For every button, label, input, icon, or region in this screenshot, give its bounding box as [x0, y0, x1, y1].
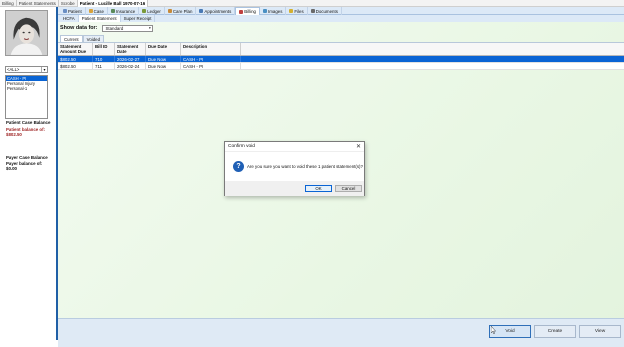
patient-portrait-image: [6, 11, 47, 55]
column-header-bill-id[interactable]: Bill ID: [93, 43, 115, 55]
tab-care-plan[interactable]: Care Plan: [165, 7, 197, 15]
chevron-down-icon: ▾: [149, 25, 151, 30]
case-filter-value: <ALL>: [7, 67, 20, 72]
document-icon: [310, 9, 315, 13]
cell-statement-date: 2026-02-27: [115, 56, 146, 62]
create-button[interactable]: Create: [534, 325, 576, 338]
cell-due-date: Due Now: [146, 63, 181, 69]
show-data-label: Show data for:: [60, 25, 98, 31]
close-icon[interactable]: ✕: [356, 142, 361, 152]
payer-case-balance-label: Payer Case Balance: [6, 155, 48, 160]
dialog-title-bar: Confirm void ✕: [225, 142, 364, 152]
tab-images[interactable]: Images: [260, 7, 287, 15]
cell-description: CASH - PI: [181, 56, 241, 62]
tab-files[interactable]: Files: [286, 7, 308, 15]
show-data-dropdown[interactable]: Standard ▾: [102, 24, 154, 32]
dialog-body: ? Are you sure you want to void these 1 …: [225, 153, 364, 181]
ledger-icon: [142, 9, 147, 13]
case-item-personal-1[interactable]: Personal-1: [6, 86, 47, 91]
view-button[interactable]: View: [579, 325, 621, 338]
show-data-row: Show data for: Standard ▾: [60, 24, 154, 32]
cell-amount: $802.50: [58, 56, 93, 62]
cancel-button[interactable]: Cancel: [335, 185, 362, 192]
tab-billing-module[interactable]: Billing: [235, 7, 260, 15]
cell-statement-date: 2026-02-24: [115, 63, 146, 69]
table-header: Statement Amount Due Bill ID Statement D…: [58, 43, 624, 56]
cell-due-date: Due Now: [146, 56, 181, 62]
cell-amount: $802.50: [58, 63, 93, 69]
tab-super-receipt[interactable]: Super Receipt: [121, 15, 156, 22]
column-header-statement-date[interactable]: Statement Date: [115, 43, 146, 55]
table-row[interactable]: $802.50 711 2026-02-24 Due Now CASH - PI: [58, 63, 624, 70]
file-icon: [289, 9, 294, 13]
image-icon: [263, 9, 267, 13]
shield-icon: [110, 9, 115, 13]
clipboard-icon: [167, 9, 172, 13]
column-header-description[interactable]: Description: [181, 43, 241, 55]
tab-billing[interactable]: Billing: [0, 0, 17, 7]
folder-icon: [88, 9, 93, 13]
patient-case-balance-label: Patient Case Balance: [6, 120, 51, 125]
question-icon: ?: [233, 161, 244, 172]
tab-insurance[interactable]: Insurance: [108, 7, 140, 15]
show-data-value: Standard: [105, 25, 124, 31]
patient-photo: [5, 10, 48, 56]
table-row[interactable]: $802.50 710 2026-02-27 Due Now CASH - PI: [58, 56, 624, 63]
tab-patient[interactable]: Patient - Lucille Ball 1970-07-16: [77, 0, 149, 7]
window-tab-bar: Billing Patient Statements Scrobe Patien…: [0, 0, 624, 7]
tab-case[interactable]: Case: [86, 7, 108, 15]
billing-sub-tab-bar: HCFA Patient Statement Super Receipt: [58, 15, 624, 22]
tab-scrobe[interactable]: Scrobe: [59, 0, 78, 7]
action-footer: Void Create View: [58, 318, 624, 347]
column-header-amount[interactable]: Statement Amount Due: [58, 43, 93, 55]
tab-patient-module[interactable]: Patient: [60, 7, 86, 15]
confirm-void-dialog: Confirm void ✕ ? Are you sure you want t…: [224, 141, 365, 196]
column-header-due-date[interactable]: Due Date: [146, 43, 181, 55]
dialog-footer: OK Cancel: [225, 181, 364, 196]
tab-patient-statement[interactable]: Patient Statement: [78, 15, 121, 22]
tab-current[interactable]: Current: [60, 35, 83, 42]
mouse-pointer-icon: [491, 326, 496, 334]
statement-filter-tabs: Current Voided: [60, 35, 105, 42]
billing-icon: [239, 9, 244, 14]
case-filter-dropdown[interactable]: <ALL> ▾: [5, 66, 48, 73]
tab-appointments[interactable]: Appointments: [196, 7, 236, 15]
tab-voided[interactable]: Voided: [82, 35, 105, 42]
case-list[interactable]: CASH - PI Personal Injury Personal-1: [5, 75, 48, 119]
patient-balance-value: $802.50: [6, 132, 22, 137]
tab-ledger[interactable]: Ledger: [139, 7, 165, 15]
calendar-icon: [199, 9, 204, 13]
cell-bill-id: 710: [93, 56, 115, 62]
cell-bill-id: 711: [93, 63, 115, 69]
ok-button[interactable]: OK: [305, 185, 332, 192]
person-icon: [63, 9, 67, 13]
dialog-message: Are you sure you want to void these 1 pa…: [247, 164, 363, 169]
cell-description: CASH - PI: [181, 63, 241, 69]
module-tab-bar: Patient Case Insurance Ledger Care Plan …: [58, 7, 624, 15]
payer-balance-value: $0.00: [6, 166, 17, 171]
patient-sidebar: <ALL> ▾ CASH - PI Personal Injury Person…: [0, 7, 58, 340]
tab-hcfa[interactable]: HCFA: [60, 15, 79, 22]
dialog-title: Confirm void: [228, 144, 255, 149]
tab-patient-statements[interactable]: Patient Statements: [17, 0, 59, 7]
chevron-down-icon: ▾: [41, 67, 47, 72]
tab-documents[interactable]: Documents: [308, 7, 342, 15]
